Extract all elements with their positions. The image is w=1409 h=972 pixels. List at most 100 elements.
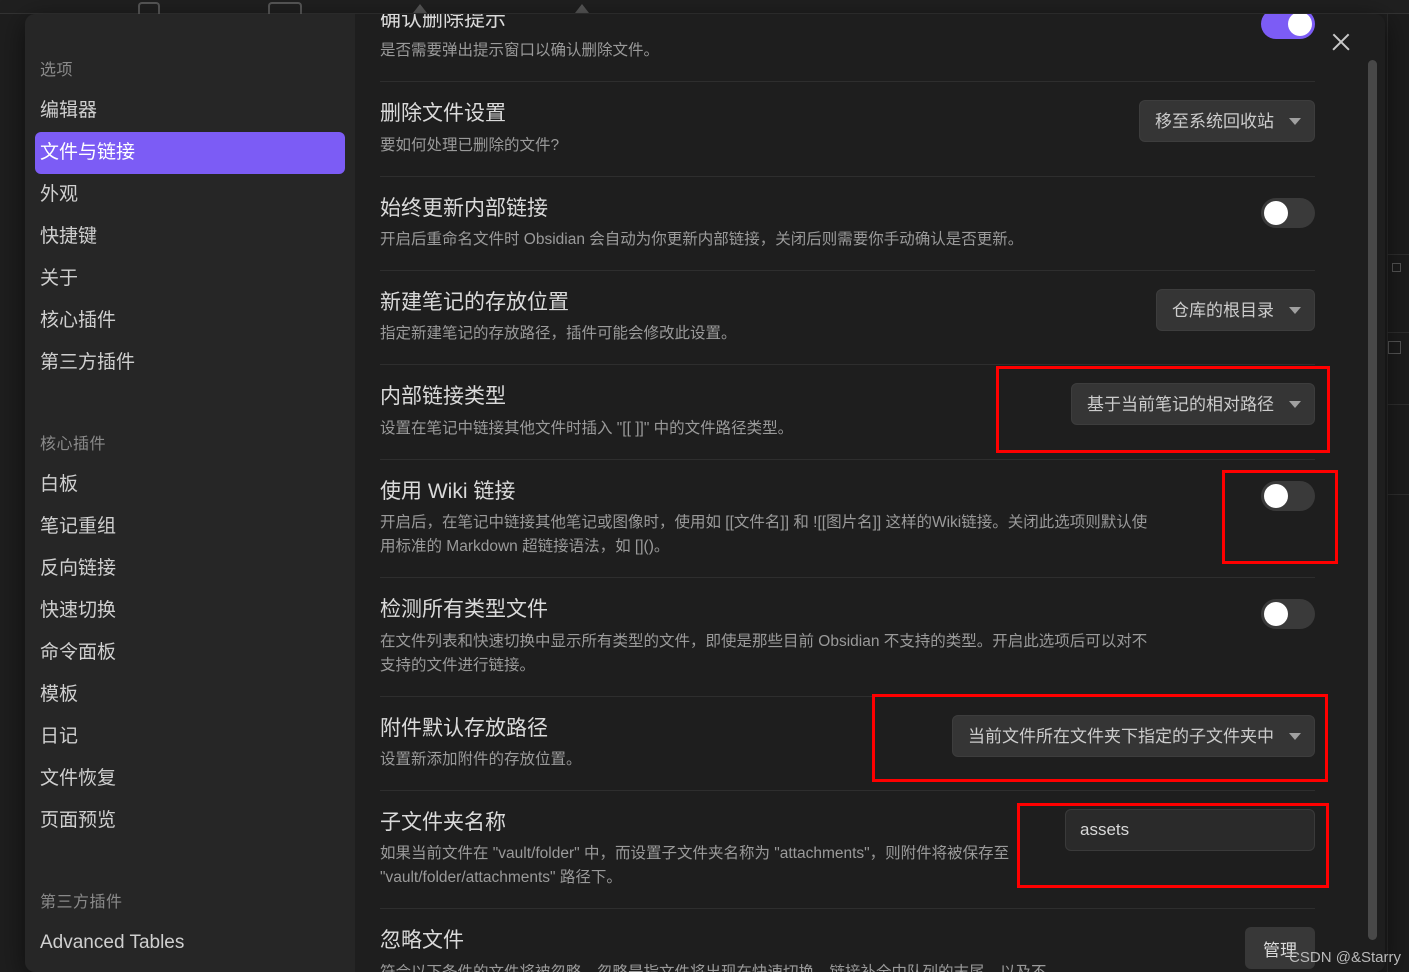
dropdown-value: 移至系统回收站 xyxy=(1155,112,1274,132)
setting-name: 内部链接类型 xyxy=(380,385,506,409)
setting-name: 检测所有类型文件 xyxy=(380,598,548,622)
setting-info: 使用 Wiki 链接 开启后，在笔记中链接其他笔记或图像时，使用如 [[文件名]… xyxy=(380,478,1180,559)
detect-all-file-types-toggle[interactable] xyxy=(1261,599,1315,630)
chevron-down-icon xyxy=(1289,732,1301,740)
setting-control xyxy=(1261,596,1315,632)
background-panel-row-4 xyxy=(1387,405,1409,495)
sidebar-group-title-options: 选项 xyxy=(40,62,74,79)
attachment-folder-path-dropdown[interactable]: 当前文件所在文件夹下指定的子文件夹中 xyxy=(952,714,1315,757)
setting-control: 当前文件所在文件夹下指定的子文件夹中 xyxy=(952,714,1315,757)
setting-info: 新建笔记的存放位置 指定新建笔记的存放路径，插件可能会修改此设置。 xyxy=(380,289,757,346)
internal-link-type-dropdown[interactable]: 基于当前笔记的相对路径 xyxy=(1071,383,1315,426)
use-wiki-links-toggle[interactable] xyxy=(1261,480,1315,511)
sidebar-item-templates[interactable]: 模板 xyxy=(35,674,345,716)
sidebar-item-hotkeys[interactable]: 快捷键 xyxy=(35,216,345,258)
setting-name: 使用 Wiki 链接 xyxy=(380,479,516,503)
toggle-knob xyxy=(1264,200,1288,225)
deleted-file-handling-dropdown[interactable]: 移至系统回收站 xyxy=(1139,100,1315,143)
toggle-knob xyxy=(1264,483,1288,508)
setting-description: 如果当前文件在 "vault/folder" 中，而设置子文件夹名称为 "att… xyxy=(380,845,1010,887)
sidebar-item-daily-notes[interactable]: 日记 xyxy=(35,716,345,758)
setting-row-new-note-location: 新建笔记的存放位置 指定新建笔记的存放路径，插件可能会修改此设置。 仓库的根目录 xyxy=(380,271,1315,366)
new-note-location-dropdown[interactable]: 仓库的根目录 xyxy=(1156,289,1315,332)
setting-description: 要如何处理已删除的文件? xyxy=(380,136,560,154)
sidebar-item-note-composer[interactable]: 笔记重组 xyxy=(35,506,345,548)
subfolder-name-input[interactable] xyxy=(1065,808,1315,851)
always-update-links-toggle[interactable] xyxy=(1261,197,1315,228)
setting-row-confirm-delete: 确认删除提示 是否需要弹出提示窗口以确认删除文件。 xyxy=(380,14,1315,83)
sidebar-item-command-palette[interactable]: 命令面板 xyxy=(35,632,345,674)
chevron-down-icon xyxy=(1289,307,1301,315)
dropdown-value: 当前文件所在文件夹下指定的子文件夹中 xyxy=(968,726,1274,746)
sidebar-item-appearance[interactable]: 外观 xyxy=(35,174,345,216)
settings-list: 确认删除提示 是否需要弹出提示窗口以确认删除文件。 删除文件设置 要如何处理已删… xyxy=(355,14,1315,972)
background-panel-chip-2 xyxy=(1388,341,1401,354)
setting-row-detect-all-file-types: 检测所有类型文件 在文件列表和快速切换中显示所有类型的文件，即使是那些目前 Ob… xyxy=(380,578,1315,697)
setting-control xyxy=(1261,195,1315,231)
settings-modal: 选项 编辑器 文件与链接 外观 快捷键 关于 核心插件 第三方插件 核心插件 白… xyxy=(25,14,1385,972)
setting-control xyxy=(1261,478,1315,514)
sidebar-item-editor[interactable]: 编辑器 xyxy=(35,90,345,132)
setting-name: 确认删除提示 xyxy=(380,14,506,31)
setting-control: 基于当前笔记的相对路径 xyxy=(1071,383,1315,426)
setting-name: 忽略文件 xyxy=(380,929,464,953)
setting-description: 设置新添加附件的存放位置。 xyxy=(380,750,582,768)
sidebar-item-canvas[interactable]: 白板 xyxy=(35,464,345,506)
setting-row-attachment-folder-path: 附件默认存放路径 设置新添加附件的存放位置。 当前文件所在文件夹下指定的子文件夹… xyxy=(380,697,1315,791)
setting-row-subfolder-name: 子文件夹名称 如果当前文件在 "vault/folder" 中，而设置子文件夹名… xyxy=(380,791,1315,910)
setting-info: 附件默认存放路径 设置新添加附件的存放位置。 xyxy=(380,715,602,772)
setting-description: 符合以下条件的文件将被忽略。忽略是指文件将出现在快速切换、链接补全中队列的末尾，… xyxy=(380,961,1062,972)
setting-name: 附件默认存放路径 xyxy=(380,716,548,740)
sidebar-item-core-plugins[interactable]: 核心插件 xyxy=(35,300,345,342)
background-toolbar xyxy=(0,0,1409,14)
settings-sidebar: 选项 编辑器 文件与链接 外观 快捷键 关于 核心插件 第三方插件 核心插件 白… xyxy=(25,14,355,972)
setting-info: 检测所有类型文件 在文件列表和快速切换中显示所有类型的文件，即使是那些目前 Ob… xyxy=(380,596,1180,677)
sidebar-item-files-and-links[interactable]: 文件与链接 xyxy=(35,132,345,174)
toggle-knob xyxy=(1288,14,1312,36)
chevron-down-icon xyxy=(1289,118,1301,126)
setting-name: 删除文件设置 xyxy=(380,102,506,126)
sidebar-group-title-community-plugins: 第三方插件 xyxy=(40,894,123,911)
content-scrollbar[interactable] xyxy=(1368,60,1377,940)
sidebar-item-quick-switcher[interactable]: 快速切换 xyxy=(35,590,345,632)
sidebar-item-about[interactable]: 关于 xyxy=(35,258,345,300)
setting-control: 仓库的根目录 xyxy=(1156,289,1315,332)
setting-info: 删除文件设置 要如何处理已删除的文件? xyxy=(380,100,579,157)
setting-name: 子文件夹名称 xyxy=(380,810,506,834)
confirm-delete-toggle[interactable] xyxy=(1261,14,1315,39)
setting-info: 子文件夹名称 如果当前文件在 "vault/folder" 中，而设置子文件夹名… xyxy=(380,809,1065,890)
setting-description: 开启后，在笔记中链接其他笔记或图像时，使用如 [[文件名]] 和 ![[图片名]… xyxy=(380,514,1148,556)
setting-row-excluded-files: 忽略文件 符合以下条件的文件将被忽略。忽略是指文件将出现在快速切换、链接补全中队… xyxy=(380,909,1315,972)
sidebar-item-file-recovery[interactable]: 文件恢复 xyxy=(35,758,345,800)
setting-description: 设置在笔记中链接其他文件时插入 "[[ ]]" 中的文件路径类型。 xyxy=(380,419,794,437)
setting-control xyxy=(1261,14,1315,42)
close-icon[interactable] xyxy=(1319,20,1363,64)
background-chevron-icon-1 xyxy=(413,4,427,13)
setting-row-deleted-file-handling: 删除文件设置 要如何处理已删除的文件? 移至系统回收站 xyxy=(380,82,1315,177)
chevron-down-icon xyxy=(1289,401,1301,409)
setting-description: 在文件列表和快速切换中显示所有类型的文件，即使是那些目前 Obsidian 不支… xyxy=(380,632,1148,674)
dropdown-value: 基于当前笔记的相对路径 xyxy=(1087,395,1274,415)
settings-content-pane: 确认删除提示 是否需要弹出提示窗口以确认删除文件。 删除文件设置 要如何处理已删… xyxy=(355,14,1385,972)
sidebar-item-backlinks[interactable]: 反向链接 xyxy=(35,548,345,590)
sidebar-item-advanced-tables[interactable]: Advanced Tables xyxy=(35,922,345,964)
setting-info: 确认删除提示 是否需要弹出提示窗口以确认删除文件。 xyxy=(380,14,679,63)
setting-row-always-update-links: 始终更新内部链接 开启后重命名文件时 Obsidian 会自动为你更新内部链接，… xyxy=(380,177,1315,272)
setting-description: 开启后重命名文件时 Obsidian 会自动为你更新内部链接，关闭后则需要你手动… xyxy=(380,231,1024,249)
sidebar-item-community-plugins[interactable]: 第三方插件 xyxy=(35,342,345,384)
sidebar-item-page-preview[interactable]: 页面预览 xyxy=(35,800,345,842)
setting-name: 始终更新内部链接 xyxy=(380,196,548,220)
setting-control xyxy=(1065,808,1315,851)
setting-description: 是否需要弹出提示窗口以确认删除文件。 xyxy=(380,42,660,60)
setting-control: 移至系统回收站 xyxy=(1139,100,1315,143)
setting-info: 始终更新内部链接 开启后重命名文件时 Obsidian 会自动为你更新内部链接，… xyxy=(380,195,1043,252)
background-chevron-icon-2 xyxy=(575,4,589,13)
watermark: CSDN @&Starry xyxy=(1289,949,1401,966)
dropdown-value: 仓库的根目录 xyxy=(1172,301,1274,321)
setting-row-use-wiki-links: 使用 Wiki 链接 开启后，在笔记中链接其他笔记或图像时，使用如 [[文件名]… xyxy=(380,460,1315,579)
setting-name: 新建笔记的存放位置 xyxy=(380,291,569,315)
setting-info: 内部链接类型 设置在笔记中链接其他文件时插入 "[[ ]]" 中的文件路径类型。 xyxy=(380,383,813,440)
setting-description: 指定新建笔记的存放路径，插件可能会修改此设置。 xyxy=(380,325,737,343)
setting-info: 忽略文件 符合以下条件的文件将被忽略。忽略是指文件将出现在快速切换、链接补全中队… xyxy=(380,927,1082,972)
toggle-knob xyxy=(1264,602,1288,627)
